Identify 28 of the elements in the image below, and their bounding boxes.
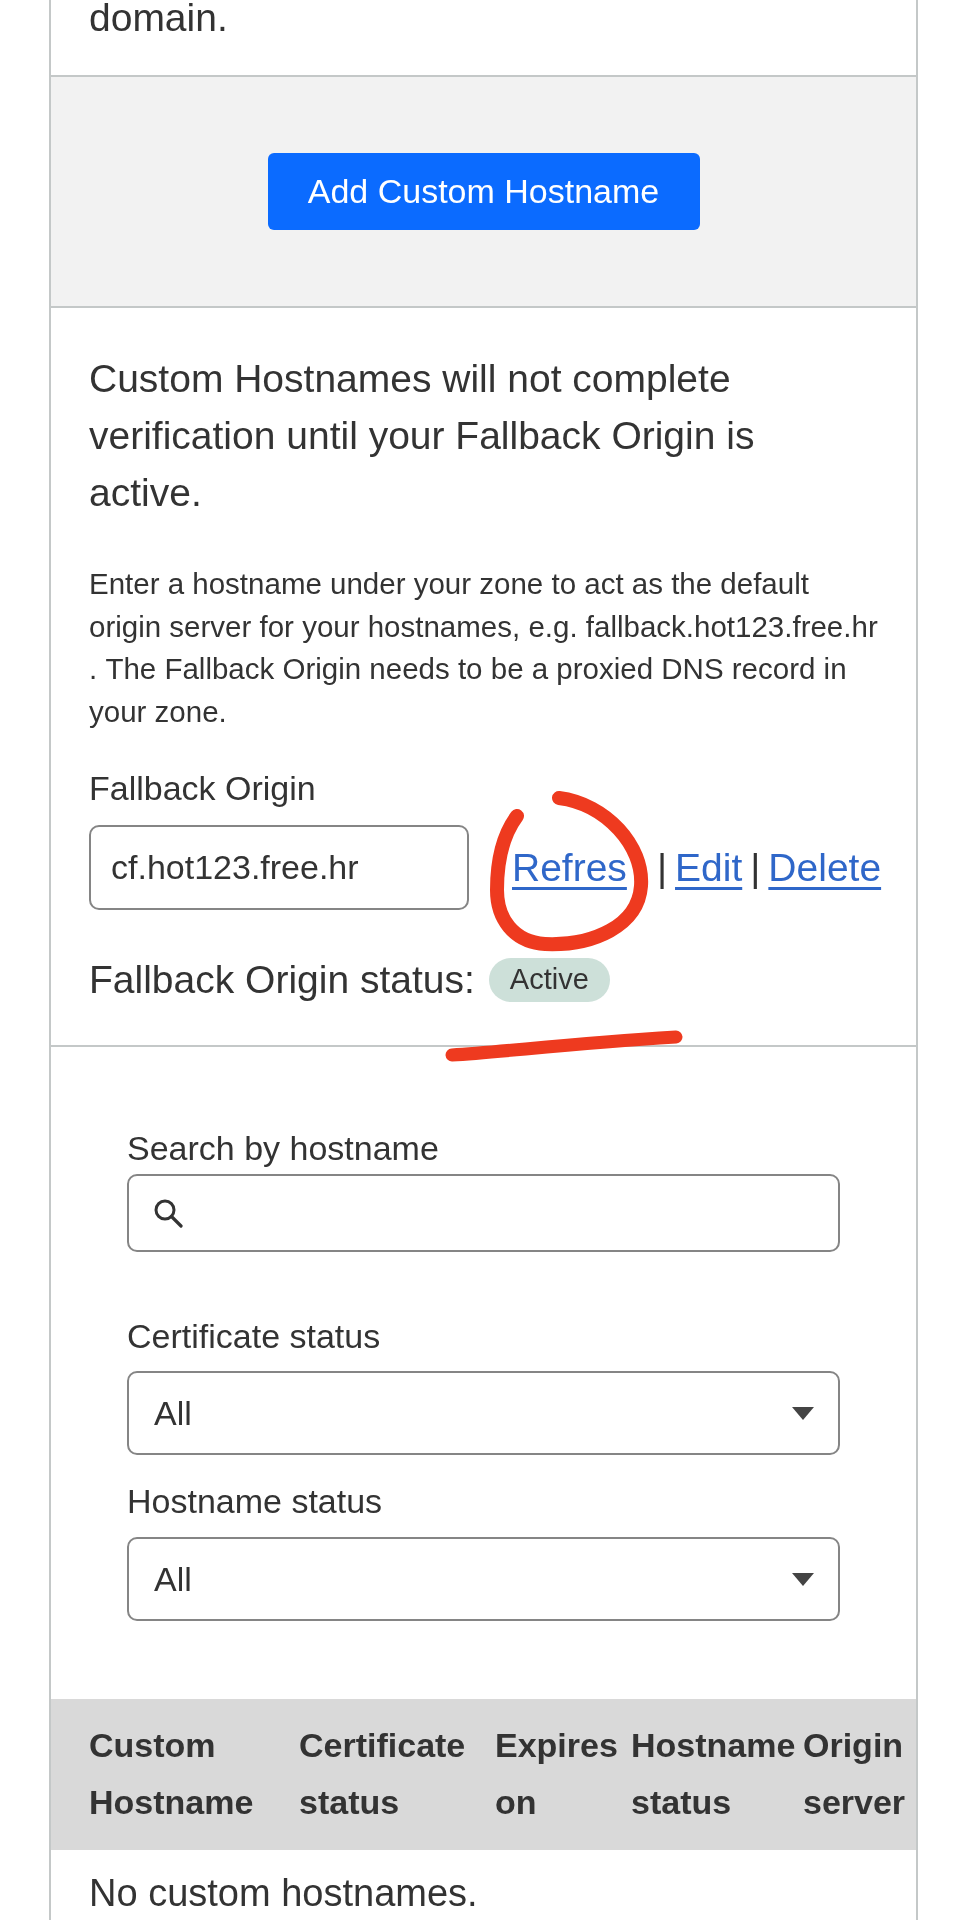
link-separator: | <box>750 844 761 891</box>
body-text: domain. <box>89 0 228 36</box>
action-link[interactable]: Refres <box>512 842 627 893</box>
column-header: Origin server <box>803 1725 907 1823</box>
description-text: Enter a hostname under your zone to act as the default origin server for your hostnames, e.g. fallback.hot123.free.hr . The Fallback Origin needs to be a proxied DNS record in your zone. <box>89 566 878 730</box>
column-header: Certificate status <box>299 1725 467 1823</box>
column-header: Custom Hostname <box>89 1725 255 1823</box>
fallback-origin-field[interactable]: cf.hot123.free.hr <box>89 825 469 910</box>
status-label: Fallback Origin status: <box>89 957 475 1003</box>
column-header: Expires on <box>495 1725 619 1823</box>
caret-down-icon <box>792 1572 814 1586</box>
caret-down-icon <box>792 1406 814 1420</box>
status-select[interactable]: All <box>127 1371 840 1455</box>
status-badge: Active <box>488 957 610 1002</box>
field-label: Search by hostname <box>127 1128 439 1169</box>
link-separator: | <box>656 844 667 891</box>
field-label: Certificate status <box>127 1316 381 1357</box>
search-icon <box>153 1198 183 1228</box>
add-custom-hostname-button[interactable]: Add Custom Hostname <box>267 153 700 230</box>
status-select[interactable]: All <box>127 1537 840 1621</box>
action-link[interactable]: Edit <box>675 842 743 893</box>
field-label: Hostname status <box>127 1481 383 1522</box>
search-field[interactable] <box>127 1174 840 1252</box>
column-header: Hostname status <box>631 1725 797 1823</box>
empty-table-message: No custom hostnames. <box>88 1871 479 1916</box>
field-label: Fallback Origin <box>89 768 316 809</box>
notice-text: Custom Hostnames will not complete verification until your Fallback Origin is active. <box>89 356 756 516</box>
action-link[interactable]: Delete <box>768 842 882 893</box>
